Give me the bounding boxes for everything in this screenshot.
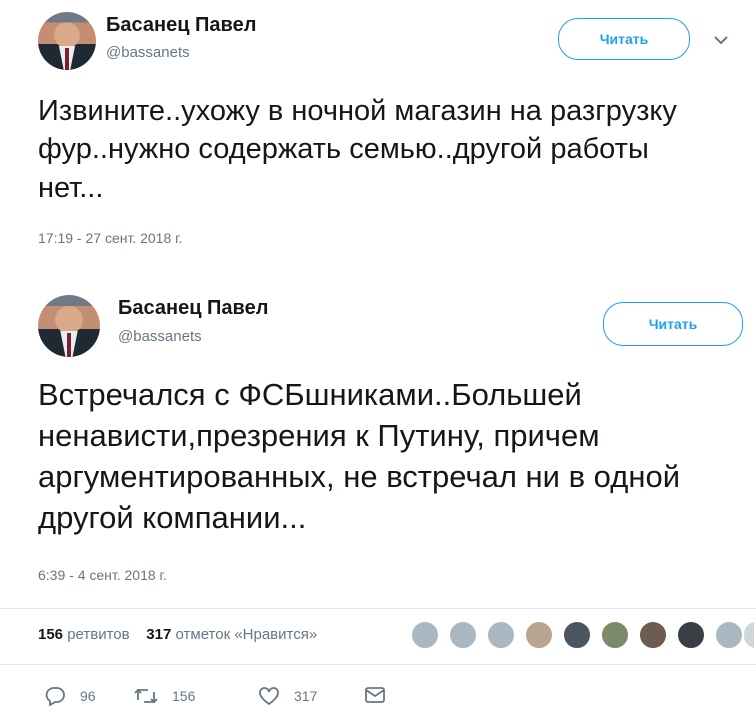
chevron-down-icon[interactable] — [713, 33, 729, 51]
reply-icon — [44, 686, 66, 706]
tweet-separator — [0, 258, 756, 275]
tweet-stats: 156 ретвитов 317 отметок «Нравится» — [38, 626, 317, 643]
like-button[interactable]: 317 — [258, 686, 317, 706]
likes-count[interactable]: 317 — [146, 626, 171, 643]
author-handle[interactable]: @bassanets — [118, 328, 202, 345]
avatar[interactable] — [448, 620, 478, 650]
author-handle[interactable]: @bassanets — [106, 44, 190, 61]
tweet-timestamp[interactable]: 6:39 - 4 сент. 2018 г. — [38, 567, 167, 583]
stats-divider-bottom — [0, 664, 756, 665]
message-icon — [364, 686, 386, 704]
tweet-2: Басанец Павел @bassanets Читать Встречал… — [0, 275, 756, 722]
reply-button[interactable]: 96 — [44, 686, 96, 706]
avatar[interactable] — [714, 620, 744, 650]
avatar[interactable] — [562, 620, 592, 650]
retweet-count: 156 — [172, 688, 196, 704]
tweet-timestamp[interactable]: 17:19 - 27 сент. 2018 г. — [38, 230, 182, 246]
author-name[interactable]: Басанец Павел — [118, 297, 268, 320]
retweet-icon — [134, 686, 158, 706]
reply-count: 96 — [80, 688, 96, 704]
avatar[interactable] — [486, 620, 516, 650]
follow-button[interactable]: Читать — [603, 302, 743, 346]
tweet-text: Встречался с ФСБшниками..Большей ненавис… — [38, 377, 681, 535]
tweet-1: Басанец Павел @bassanets Читать Извините… — [0, 0, 756, 258]
avatar[interactable] — [638, 620, 668, 650]
retweet-button[interactable]: 156 — [134, 686, 195, 706]
avatar[interactable] — [38, 295, 100, 357]
tweet-text: Извините..ухожу в ночной магазин на разг… — [38, 95, 677, 204]
avatar[interactable] — [410, 620, 440, 650]
stats-divider-top — [0, 608, 756, 609]
likes-label[interactable]: отметок «Нравится» — [176, 626, 318, 643]
retweets-label[interactable]: ретвитов — [67, 626, 129, 643]
avatar[interactable] — [600, 620, 630, 650]
author-name[interactable]: Басанец Павел — [106, 14, 256, 37]
retweets-count[interactable]: 156 — [38, 626, 63, 643]
avatar[interactable] — [676, 620, 706, 650]
avatar[interactable] — [524, 620, 554, 650]
follow-button[interactable]: Читать — [558, 18, 690, 60]
like-count: 317 — [294, 688, 318, 704]
direct-message-button[interactable] — [364, 686, 386, 704]
avatar[interactable] — [38, 12, 96, 70]
heart-icon — [258, 686, 280, 706]
